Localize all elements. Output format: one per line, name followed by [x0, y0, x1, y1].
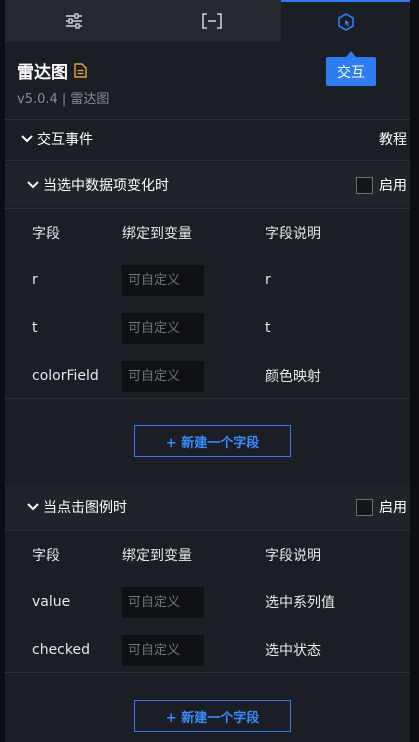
table-row: t t: [18, 312, 410, 344]
component-title: 雷达图: [17, 63, 68, 83]
field-description: 颜色映射: [265, 369, 321, 385]
document-icon[interactable]: [74, 63, 87, 78]
fields-table: 字段 绑定到变量 字段说明 value 选中系列值 checked 选中状态: [18, 531, 410, 671]
field-description: t: [265, 320, 271, 336]
table-row: r r: [18, 264, 410, 296]
field-description: r: [265, 272, 271, 288]
field-name: value: [32, 594, 71, 610]
enable-label: 启用: [379, 178, 407, 194]
event-title: 当选中数据项变化时: [43, 178, 169, 194]
header-description: 字段说明: [265, 548, 321, 564]
enable-checkbox[interactable]: [356, 498, 373, 516]
enable-label: 启用: [379, 500, 407, 516]
table-row: value 选中系列值: [18, 586, 410, 618]
field-description: 选中状态: [265, 643, 321, 659]
enable-checkbox[interactable]: [356, 176, 373, 194]
variable-input[interactable]: [122, 264, 204, 296]
field-description: 选中系列值: [265, 595, 335, 611]
section-label: 交互事件: [37, 132, 93, 148]
variable-input[interactable]: [122, 586, 204, 618]
event-data-change-header[interactable]: 当选中数据项变化时 启用: [5, 163, 410, 207]
event-title: 当点击图例时: [43, 500, 127, 516]
component-version: v5.0.4 | 雷达图: [17, 92, 110, 107]
divider: [5, 672, 410, 673]
table-row: colorField 颜色映射: [18, 360, 410, 392]
field-name: t: [32, 320, 38, 336]
chevron-down-icon: [27, 503, 39, 511]
header-description: 字段说明: [265, 226, 321, 242]
tab-interaction[interactable]: [281, 0, 410, 42]
sliders-icon: [66, 13, 82, 29]
header-variable: 绑定到变量: [122, 548, 192, 564]
field-name: r: [32, 272, 38, 288]
add-field-button[interactable]: + 新建一个字段: [134, 425, 291, 457]
fields-table: 字段 绑定到变量 字段说明 r r t t colorField 颜色映射: [18, 209, 410, 397]
variable-input[interactable]: [122, 634, 204, 666]
field-name: checked: [32, 642, 90, 658]
event-legend-click-header[interactable]: 当点击图例时 启用: [5, 485, 410, 529]
field-name: colorField: [32, 368, 99, 384]
tab-style[interactable]: [5, 0, 143, 42]
interaction-events-section[interactable]: 交互事件 教程: [5, 119, 410, 159]
enable-toggle[interactable]: 启用: [356, 175, 407, 195]
table-header: 字段 绑定到变量 字段说明: [18, 217, 410, 249]
table-row: checked 选中状态: [18, 634, 410, 666]
variable-input[interactable]: [122, 360, 204, 392]
header-field: 字段: [32, 548, 60, 564]
add-field-button[interactable]: + 新建一个字段: [134, 700, 291, 732]
divider: [5, 160, 410, 161]
header-variable: 绑定到变量: [122, 226, 192, 242]
table-header: 字段 绑定到变量 字段说明: [18, 539, 410, 571]
chevron-down-icon: [21, 135, 33, 143]
component-title-row: 雷达图: [17, 58, 87, 83]
variable-input[interactable]: [122, 312, 204, 344]
enable-toggle[interactable]: 启用: [356, 497, 407, 517]
cursor-icon: [337, 13, 354, 31]
tab-data[interactable]: [143, 0, 281, 42]
right-edge-scrollbar[interactable]: [410, 0, 419, 742]
config-panel: 交互 雷达图 v5.0.4 | 雷达图 交互事件 教程 当选中数据项变化时 启用: [5, 0, 410, 742]
divider: [5, 398, 410, 399]
chevron-down-icon: [27, 181, 39, 189]
header-field: 字段: [32, 226, 60, 242]
bracket-icon: [202, 13, 222, 29]
interaction-tooltip: 交互: [326, 51, 376, 86]
tutorial-link[interactable]: 教程: [379, 129, 407, 149]
panel-tabs: [5, 0, 410, 42]
